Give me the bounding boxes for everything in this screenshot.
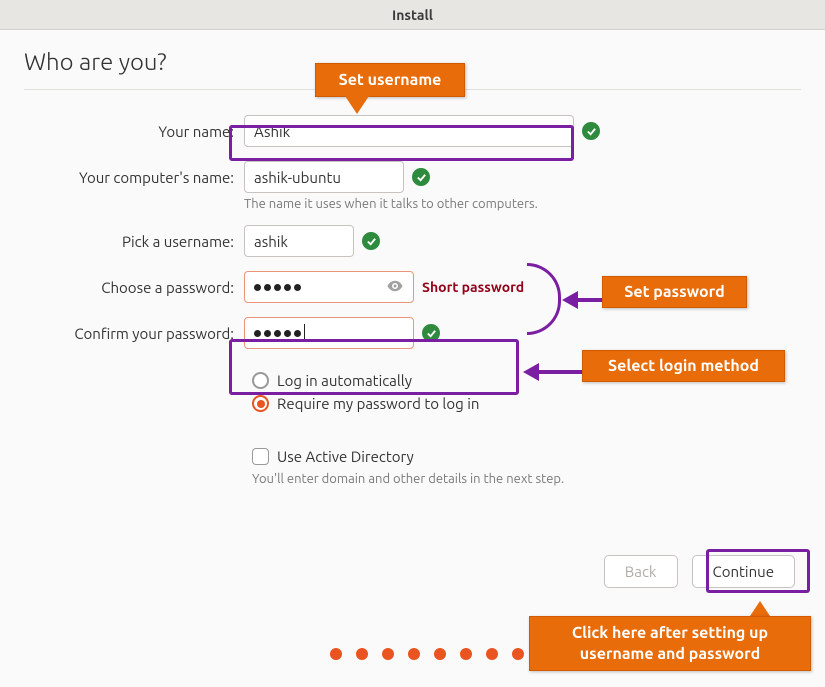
progress-dot [460,648,472,660]
option-require-password[interactable]: Require my password to log in [252,392,793,415]
callout-click-continue: Click here after setting up username and… [529,616,811,671]
active-directory-group: Use Active Directory You'll enter domain… [244,439,801,492]
username-label: Pick a username: [24,233,244,250]
progress-dot [512,648,524,660]
computer-name-input[interactable]: ashik-ubuntu [244,161,404,193]
username-input[interactable]: ashik [244,225,354,257]
password-input[interactable] [244,271,414,303]
computer-name-label: Your computer's name: [24,169,244,186]
radio-icon [252,372,269,389]
use-active-directory[interactable]: Use Active Directory [252,445,793,468]
confirm-password-input[interactable] [244,317,414,349]
footer-buttons: Back Continue [604,555,795,588]
check-icon [422,324,440,342]
password-label: Choose a password: [24,279,244,296]
callout-set-username: Set username [315,63,465,97]
continue-button[interactable]: Continue [692,555,795,588]
progress-dot [408,648,420,660]
callout-select-login: Select login method [582,350,785,382]
password-strength-hint: Short password [422,279,524,295]
arrow-icon [562,291,606,309]
progress-dots [330,648,524,660]
active-directory-hint: You'll enter domain and other details in… [252,472,793,486]
check-icon [582,122,600,140]
eye-icon[interactable] [386,277,404,298]
check-icon [362,232,380,250]
name-input[interactable]: Ashik [244,115,574,147]
window-title: Install [392,7,433,23]
password-masked-value [254,284,301,291]
computer-name-hint: The name it uses when it talks to other … [244,197,801,211]
radio-icon [252,395,269,412]
progress-dot [382,648,394,660]
progress-dot [330,648,342,660]
back-button[interactable]: Back [604,555,678,588]
check-icon [412,168,430,186]
callout-set-password: Set password [602,276,747,308]
arrow-icon [523,363,584,381]
confirm-password-label: Confirm your password: [24,325,244,342]
confirm-masked-value [254,324,305,342]
main-content: Who are you? Your name: Ashik Your compu… [0,30,825,492]
window-titlebar: Install [0,0,825,30]
callout-tail-icon [345,96,369,114]
progress-dot [356,648,368,660]
progress-dot [486,648,498,660]
progress-dot [434,648,446,660]
checkbox-icon [252,448,269,465]
name-label: Your name: [24,123,244,140]
